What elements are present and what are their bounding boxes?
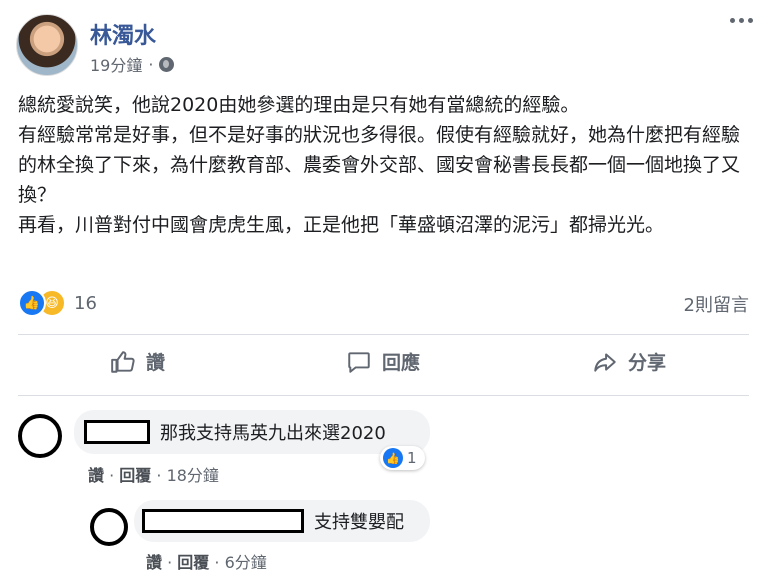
comment-time[interactable]: 6分鐘 xyxy=(225,553,267,572)
commenter-avatar[interactable] xyxy=(90,508,128,546)
comment-reply-link[interactable]: 回覆 xyxy=(177,553,209,572)
comment-reply-link[interactable]: 回覆 xyxy=(119,466,151,485)
comment-button[interactable]: 回應 xyxy=(346,348,420,375)
comment-text: 支持雙嬰配 xyxy=(314,512,404,533)
comment-bubble-icon xyxy=(346,349,372,375)
divider xyxy=(18,395,749,396)
author-name[interactable]: 林濁水 xyxy=(90,18,156,50)
share-button[interactable]: 分享 xyxy=(592,348,666,375)
post-text: 總統愛說笑，他說2020由她參選的理由是只有她有當總統的經驗。 有經驗常常是好事… xyxy=(18,90,753,240)
comment-actions: 讚 · 回覆 · 6分鐘 xyxy=(146,553,267,572)
comment-like-number: 1 xyxy=(407,449,417,467)
like-label: 讚 xyxy=(146,352,166,374)
reactions-summary[interactable]: 👍 😆 16 xyxy=(18,289,97,317)
share-label: 分享 xyxy=(628,352,667,374)
like-button[interactable]: 讚 xyxy=(110,348,165,375)
comment-time[interactable]: 18分鐘 xyxy=(167,466,219,485)
author-avatar[interactable] xyxy=(16,14,78,76)
post-time[interactable]: 19分鐘 xyxy=(90,52,142,76)
share-arrow-icon xyxy=(592,349,618,375)
comment-like-count[interactable]: 👍 1 xyxy=(380,446,425,470)
comment-actions: 讚 · 回覆 · 18分鐘 xyxy=(88,466,219,485)
post-paragraph: 總統愛說笑，他說2020由她參選的理由是只有她有當總統的經驗。 xyxy=(18,94,580,116)
comment-bubble: 支持雙嬰配 xyxy=(134,500,430,542)
comment-bubble: 那我支持馬英九出來選2020 xyxy=(74,410,430,454)
post-paragraph: 有經驗常常是好事，但不是好事的狀況也多得很。假使有經驗就好，她為什麼把有經驗的林… xyxy=(18,124,741,206)
reaction-count: 16 xyxy=(74,292,97,314)
more-options-icon[interactable] xyxy=(730,18,753,23)
comments-count-link[interactable]: 2則留言 xyxy=(684,291,749,317)
comment-like-link[interactable]: 讚 xyxy=(88,466,104,485)
divider xyxy=(18,334,749,335)
redacted-name[interactable] xyxy=(142,509,304,533)
thumbs-up-icon xyxy=(110,349,136,375)
post-meta: 19分鐘 · xyxy=(90,52,175,76)
commenter-avatar[interactable] xyxy=(18,414,62,458)
globe-icon[interactable] xyxy=(159,56,175,72)
meta-separator: · xyxy=(148,54,154,74)
like-reaction-icon: 👍 xyxy=(18,289,46,317)
comment-like-link[interactable]: 讚 xyxy=(146,553,162,572)
post-paragraph: 再看，川普對付中國會虎虎生風，正是他把「華盛頓沼澤的泥污」都掃光光。 xyxy=(18,214,665,236)
comment-text: 那我支持馬英九出來選2020 xyxy=(160,423,386,444)
like-reaction-icon: 👍 xyxy=(383,448,403,468)
comment-label: 回應 xyxy=(382,352,421,374)
redacted-name[interactable] xyxy=(84,420,150,444)
